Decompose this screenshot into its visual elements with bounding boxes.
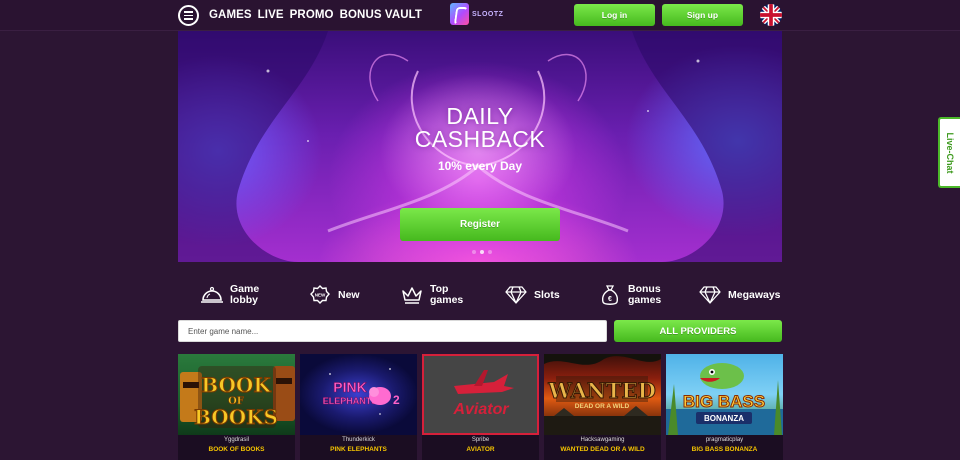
category-label: Slots [534,288,560,301]
svg-text:BONANZA: BONANZA [704,414,744,423]
category-label: Game lobby [230,283,260,306]
svg-text:DEAD OR A WILD: DEAD OR A WILD [575,403,630,410]
main-nav: GAMES LIVE PROMO BONUS VAULT [209,9,422,21]
uk-flag-icon[interactable] [760,4,782,26]
nav-live[interactable]: LIVE [258,9,284,21]
game-card[interactable]: WANTED DEAD OR A WILD Hacksawgaming WANT… [544,354,661,460]
live-chat-label: Live-Chat [945,131,955,174]
game-provider: pragmaticplay [705,437,744,443]
game-search-input[interactable] [178,320,607,342]
game-thumbnail: PINK ELEPHANTS 2 [300,354,417,435]
crown-icon [400,283,424,307]
game-thumbnail: BOOK OF BOOKS [178,354,295,435]
carousel-dot-active[interactable] [480,250,484,254]
game-card[interactable]: Aviator Spribe AVIATOR [422,354,539,460]
nav-bonus-vault[interactable]: BONUS VAULT [340,9,422,21]
site-header: GAMES LIVE PROMO BONUS VAULT SLOOTZ Log … [0,0,960,31]
category-label: Bonus games [628,283,662,306]
carousel-dots [472,250,492,254]
svg-text:WANTED: WANTED [547,378,656,403]
category-top-games[interactable]: Top games [400,282,463,308]
nav-games[interactable]: GAMES [209,9,252,21]
game-thumbnail: WANTED DEAD OR A WILD [544,354,661,435]
game-name: BOOK OF BOOKS [208,446,265,453]
svg-text:€: € [608,296,612,303]
category-label: Top games [430,283,464,306]
svg-text:NEW: NEW [315,293,326,298]
carousel-dot[interactable] [488,250,492,254]
category-bonus-games[interactable]: € Bonus games [598,282,661,308]
banner-subtitle: 10% every Day [437,159,523,173]
svg-text:BOOKS: BOOKS [194,405,278,429]
svg-text:ELEPHANTS: ELEPHANTS [323,396,378,406]
category-label: New [338,288,360,301]
svg-text:BIG BASS: BIG BASS [683,392,765,411]
svg-text:BOOK: BOOK [201,373,271,397]
login-button[interactable]: Log in [574,4,655,26]
category-game-lobby[interactable]: Game lobby [200,282,259,308]
register-button[interactable]: Register [400,208,560,241]
games-grid: BOOK OF BOOKS Yggdrasil BOOK OF BOOKS PI… [178,354,783,460]
game-provider: Spribe [471,437,490,443]
game-card[interactable]: BOOK OF BOOKS Yggdrasil BOOK OF BOOKS [178,354,295,460]
money-bag-icon: € [598,283,622,307]
bell-icon [200,283,224,307]
category-label: Megaways [728,288,781,301]
svg-text:2: 2 [393,393,400,407]
game-name: WANTED DEAD OR A WILD [560,446,645,453]
banner-title-line1: DAILY [446,103,514,129]
category-bar: Game lobby NEW New Top games Slots € Bonus… [196,282,786,308]
game-provider: Yggdrasil [223,437,249,443]
signup-button[interactable]: Sign up [662,4,743,26]
live-chat-tab[interactable]: Live-Chat [938,117,960,188]
menu-icon[interactable] [178,5,199,26]
category-slots[interactable]: Slots [504,282,560,308]
promo-banner[interactable]: DAILY CASHBACK 10% every Day Register [178,31,782,262]
game-card[interactable]: BIG BASS BONANZA pragmaticplay BIG BASS … [666,354,783,460]
category-new[interactable]: NEW New [308,282,360,308]
diamond-icon [698,283,722,307]
logo-text: SLOOTZ [472,10,504,18]
logo[interactable]: SLOOTZ [450,3,503,25]
diamond-icon [504,283,528,307]
game-name: BIG BASS BONANZA [691,446,758,453]
svg-text:Aviator: Aviator [452,401,509,418]
game-name: AVIATOR [466,446,495,453]
new-badge-icon: NEW [308,283,332,307]
game-thumbnail: Aviator [422,354,539,435]
nav-promo[interactable]: PROMO [290,9,334,21]
category-megaways[interactable]: Megaways [698,282,781,308]
carousel-dot[interactable] [472,250,476,254]
game-card[interactable]: PINK ELEPHANTS 2 Thunderkick PINK ELEPHA… [300,354,417,460]
game-name: PINK ELEPHANTS [330,446,387,453]
svg-text:PINK: PINK [333,379,366,395]
game-provider: Hacksawgaming [580,437,625,443]
logo-icon [450,3,469,25]
all-providers-button[interactable]: ALL PROVIDERS [614,320,782,342]
banner-title-line2: CASHBACK [414,126,546,152]
game-thumbnail: BIG BASS BONANZA [666,354,783,435]
game-provider: Thunderkick [342,437,375,443]
